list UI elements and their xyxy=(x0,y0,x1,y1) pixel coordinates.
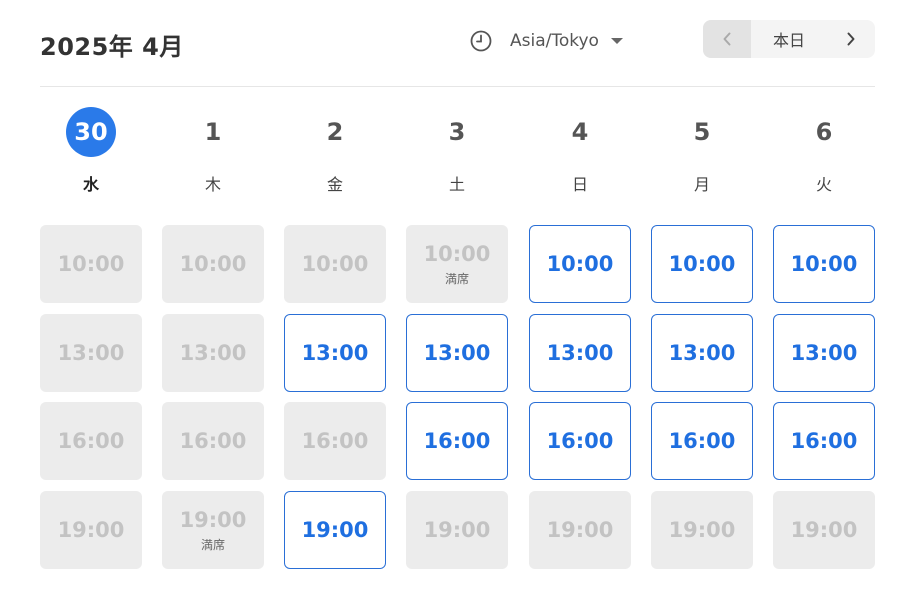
slot-time-label: 13:00 xyxy=(301,341,369,365)
day-column-header: 1木 xyxy=(162,105,264,200)
day-number: 4 xyxy=(571,118,589,146)
day-column-header: 6火 xyxy=(773,105,875,200)
weekday-label: 水 xyxy=(82,175,99,194)
slot-time-label: 13:00 xyxy=(423,341,491,365)
time-slot-button[interactable]: 13:00 xyxy=(529,314,631,392)
day-column-header: 5月 xyxy=(651,105,753,200)
weekday-label: 月 xyxy=(693,175,710,194)
slot-time-label: 10:00 xyxy=(301,252,369,276)
day-number: 6 xyxy=(815,118,833,146)
time-slot-unavailable: 19:00 xyxy=(651,491,753,569)
time-slot-button[interactable]: 10:00 xyxy=(529,225,631,303)
slot-time-label: 13:00 xyxy=(57,341,125,365)
date-navigation: 本日 xyxy=(703,20,875,58)
day-column-header: 30 水 xyxy=(40,105,142,200)
time-slot-unavailable: 16:00 xyxy=(40,402,142,480)
time-slot-unavailable: 10:00 満席 xyxy=(406,225,508,303)
slot-time-label: 16:00 xyxy=(668,429,736,453)
today-date-badge: 30 xyxy=(66,107,116,157)
slot-time-label: 13:00 xyxy=(546,341,614,365)
slot-time-label: 10:00 xyxy=(546,252,614,276)
time-slot-button[interactable]: 16:00 xyxy=(651,402,753,480)
month-title: 2025年 4月 xyxy=(40,33,184,61)
slot-time-label: 16:00 xyxy=(57,429,125,453)
slot-time-label: 16:00 xyxy=(179,429,247,453)
time-slot-button[interactable]: 10:00 xyxy=(651,225,753,303)
day-number: 3 xyxy=(448,118,466,146)
day-column-header: 2金 xyxy=(284,105,386,200)
slot-time-label: 10:00 xyxy=(179,252,247,276)
time-slot-unavailable: 16:00 xyxy=(162,402,264,480)
slot-time-label: 10:00 xyxy=(57,252,125,276)
slot-time-label: 16:00 xyxy=(546,429,614,453)
caret-down-icon xyxy=(610,38,623,44)
time-slot-unavailable: 19:00 xyxy=(40,491,142,569)
weekday-label: 土 xyxy=(448,175,465,194)
next-week-button[interactable] xyxy=(827,20,875,58)
slot-time-label: 19:00 xyxy=(57,518,125,542)
slot-time-label: 10:00 xyxy=(668,252,736,276)
clock-icon xyxy=(470,30,492,52)
slot-time-label: 10:00 xyxy=(790,252,858,276)
timezone-label: Asia/Tokyo xyxy=(510,31,599,51)
prev-week-button[interactable] xyxy=(703,20,751,58)
time-slot-button[interactable]: 13:00 xyxy=(406,314,508,392)
header-divider xyxy=(40,86,875,87)
time-slot-grid: 10:00 13:00 16:00 19:00 10:00 13:00 16:00 19:00… xyxy=(40,225,875,570)
time-slot-unavailable: 19:00 xyxy=(406,491,508,569)
timezone-selector[interactable]: Asia/Tokyo xyxy=(470,26,623,56)
time-slot-button[interactable]: 13:00 xyxy=(773,314,875,392)
slot-time-label: 19:00 xyxy=(423,518,491,542)
chevron-left-icon xyxy=(723,32,731,46)
time-slot-unavailable: 10:00 xyxy=(284,225,386,303)
slot-time-label: 19:00 xyxy=(546,518,614,542)
time-slot-unavailable: 13:00 xyxy=(162,314,264,392)
time-slot-unavailable: 19:00 xyxy=(773,491,875,569)
day-header-row: 30 水 1 木 2 金 3 土 4 日 5 月 6 火 xyxy=(40,105,875,200)
slot-time-label: 10:00 xyxy=(423,241,491,266)
time-slot-button[interactable]: 16:00 xyxy=(406,402,508,480)
day-number: 2 xyxy=(326,118,344,146)
day-number: 5 xyxy=(693,118,711,146)
weekday-label: 木 xyxy=(204,175,221,194)
today-button[interactable]: 本日 xyxy=(751,20,827,58)
time-slot-unavailable: 13:00 xyxy=(40,314,142,392)
slot-time-label: 19:00 xyxy=(179,507,247,532)
calendar-header: 2025年 4月 Asia/Tokyo 本日 xyxy=(40,20,875,64)
slot-time-label: 19:00 xyxy=(668,518,736,542)
fully-booked-label: 満席 xyxy=(200,537,225,552)
day-number: 1 xyxy=(204,118,222,146)
fully-booked-label: 満席 xyxy=(444,271,469,286)
slot-time-label: 16:00 xyxy=(423,429,491,453)
time-slot-unavailable: 10:00 xyxy=(162,225,264,303)
time-slot-button[interactable]: 13:00 xyxy=(651,314,753,392)
time-slot-button[interactable]: 13:00 xyxy=(284,314,386,392)
day-column-header: 4日 xyxy=(529,105,631,200)
time-slot-button[interactable]: 16:00 xyxy=(773,402,875,480)
weekday-label: 日 xyxy=(571,175,588,194)
slot-time-label: 16:00 xyxy=(301,429,369,453)
slot-time-label: 16:00 xyxy=(790,429,858,453)
time-slot-unavailable: 16:00 xyxy=(284,402,386,480)
slot-time-label: 19:00 xyxy=(790,518,858,542)
time-slot-button[interactable]: 16:00 xyxy=(529,402,631,480)
slot-time-label: 13:00 xyxy=(179,341,247,365)
day-column-header: 3土 xyxy=(406,105,508,200)
chevron-right-icon xyxy=(847,32,855,46)
slot-time-label: 13:00 xyxy=(790,341,858,365)
weekday-label: 金 xyxy=(326,175,343,194)
time-slot-button[interactable]: 19:00 xyxy=(284,491,386,569)
time-slot-unavailable: 10:00 xyxy=(40,225,142,303)
time-slot-button[interactable]: 10:00 xyxy=(773,225,875,303)
time-slot-unavailable: 19:00 xyxy=(529,491,631,569)
time-slot-unavailable: 19:00 満席 xyxy=(162,491,264,569)
weekday-label: 火 xyxy=(815,175,832,194)
slot-time-label: 19:00 xyxy=(301,518,369,542)
slot-time-label: 13:00 xyxy=(668,341,736,365)
